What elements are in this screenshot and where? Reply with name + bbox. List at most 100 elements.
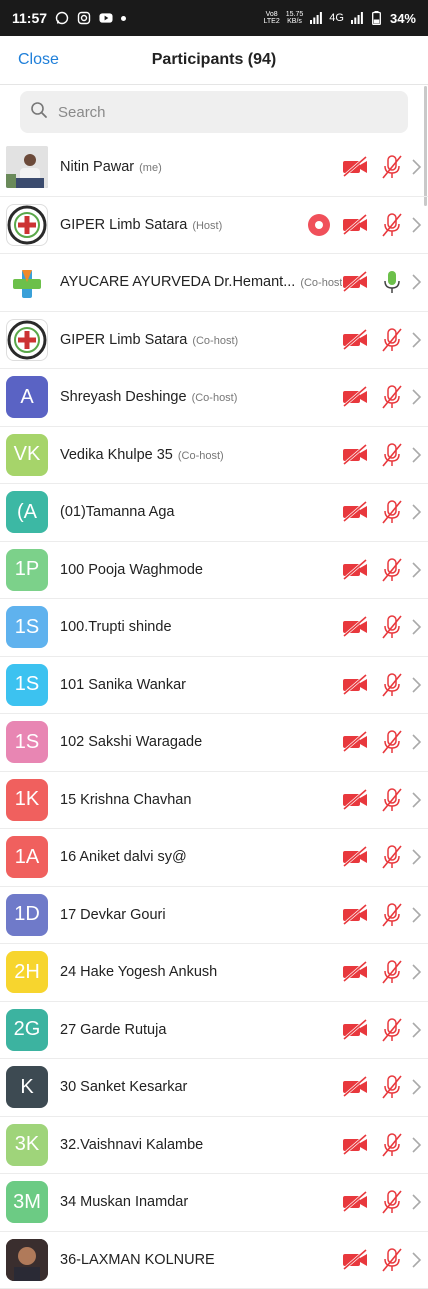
- participant-info: 15 Krishna Chavhan: [60, 792, 342, 808]
- network-type: 4G: [329, 12, 344, 24]
- chevron-right-icon[interactable]: [410, 388, 422, 406]
- video-off-icon: [342, 789, 370, 811]
- volte-top: Vo8: [264, 11, 280, 18]
- participant-name: AYUCARE AYURVEDA Dr.Hemant...: [60, 274, 295, 290]
- chevron-right-icon[interactable]: [410, 503, 422, 521]
- participant-row[interactable]: 1S102 Sakshi Waragade: [0, 714, 428, 772]
- participant-status-icons: [342, 154, 422, 180]
- chevron-right-icon[interactable]: [410, 158, 422, 176]
- chevron-right-icon[interactable]: [410, 618, 422, 636]
- participant-row[interactable]: K30 Sanket Kesarkar: [0, 1059, 428, 1117]
- header-bar: Close Participants (94): [0, 36, 428, 85]
- chevron-right-icon[interactable]: [410, 1136, 422, 1154]
- participant-status-icons: [342, 1132, 422, 1158]
- chevron-right-icon[interactable]: [410, 331, 422, 349]
- participant-info: 36-LAXMAN KOLNURE: [60, 1252, 342, 1268]
- participant-name: 15 Krishna Chavhan: [60, 792, 191, 808]
- participant-info: Vedika Khulpe 35(Co-host): [60, 447, 342, 463]
- participant-name: 27 Garde Rutuja: [60, 1022, 166, 1038]
- participant-info: 27 Garde Rutuja: [60, 1022, 342, 1038]
- avatar: 1P: [6, 549, 48, 591]
- chevron-right-icon[interactable]: [410, 561, 422, 579]
- participant-row[interactable]: 1S101 Sanika Wankar: [0, 657, 428, 715]
- volte-indicator: Vo8 LTE2: [264, 11, 280, 25]
- participant-status-icons: [308, 212, 422, 238]
- video-off-icon: [342, 674, 370, 696]
- avatar: 1D: [6, 894, 48, 936]
- status-left: 11:57: [12, 10, 126, 26]
- participant-row[interactable]: 36-LAXMAN KOLNURE: [0, 1232, 428, 1289]
- chevron-right-icon[interactable]: [410, 1251, 422, 1269]
- chevron-right-icon[interactable]: [410, 848, 422, 866]
- participant-row[interactable]: AYUCARE AYURVEDA Dr.Hemant...(Co-host): [0, 254, 428, 312]
- chevron-right-icon[interactable]: [410, 1193, 422, 1211]
- speed-indicator: 15.75 KB/s: [286, 11, 304, 25]
- chevron-right-icon[interactable]: [410, 963, 422, 981]
- status-right: Vo8 LTE2 15.75 KB/s 4G 34%: [264, 11, 416, 26]
- participant-name: 16 Aniket dalvi sy@: [60, 849, 187, 865]
- participant-info: 17 Devkar Gouri: [60, 907, 342, 923]
- mic-muted-icon: [380, 557, 404, 583]
- battery-percent: 34%: [390, 11, 416, 26]
- participant-row[interactable]: A Shreyash Deshinge(Co-host): [0, 369, 428, 427]
- participant-name: 100 Pooja Waghmode: [60, 562, 203, 578]
- participant-row[interactable]: 1A16 Aniket dalvi sy@: [0, 829, 428, 887]
- chevron-right-icon[interactable]: [410, 1021, 422, 1039]
- participant-row[interactable]: Nitin Pawar(me): [0, 139, 428, 197]
- video-off-icon: [342, 961, 370, 983]
- participant-row[interactable]: VK Vedika Khulpe 35(Co-host): [0, 427, 428, 485]
- chevron-right-icon[interactable]: [410, 676, 422, 694]
- speed-unit: KB/s: [286, 18, 304, 25]
- mic-muted-icon: [380, 1074, 404, 1100]
- participant-role: (Co-host): [192, 335, 238, 347]
- avatar: A: [6, 376, 48, 418]
- video-off-icon: [342, 904, 370, 926]
- participant-row[interactable]: 1D 17 Devkar Gouri: [0, 887, 428, 945]
- chevron-right-icon[interactable]: [410, 906, 422, 924]
- participant-name: 32.Vaishnavi Kalambe: [60, 1137, 203, 1153]
- chevron-right-icon[interactable]: [410, 216, 422, 234]
- instagram-icon: [77, 11, 91, 25]
- avatar: VK: [6, 434, 48, 476]
- participant-status-icons: [342, 384, 422, 410]
- participant-row[interactable]: GIPER Limb Satara(Co-host): [0, 312, 428, 370]
- participant-name: 34 Muskan Inamdar: [60, 1194, 188, 1210]
- avatar: K: [6, 1066, 48, 1108]
- close-button[interactable]: Close: [0, 51, 59, 69]
- participant-row[interactable]: (A(01)Tamanna Aga: [0, 484, 428, 542]
- status-bar: 11:57 Vo8 LTE2 15.75 KB/s 4G 34%: [0, 0, 428, 36]
- avatar: 1K: [6, 779, 48, 821]
- avatar: 1S: [6, 664, 48, 706]
- video-off-icon: [342, 501, 370, 523]
- mic-muted-icon: [380, 844, 404, 870]
- participant-info: GIPER Limb Satara(Host): [60, 217, 308, 233]
- participant-info: 100.Trupti shinde: [60, 619, 342, 635]
- participant-row[interactable]: 1S 100.Trupti shinde: [0, 599, 428, 657]
- participant-row[interactable]: 1K 15 Krishna Chavhan: [0, 772, 428, 830]
- participant-info: AYUCARE AYURVEDA Dr.Hemant...(Co-host): [60, 274, 342, 290]
- mic-muted-icon: [380, 1132, 404, 1158]
- chevron-right-icon[interactable]: [410, 733, 422, 751]
- chevron-right-icon[interactable]: [410, 446, 422, 464]
- participant-info: GIPER Limb Satara(Co-host): [60, 332, 342, 348]
- participant-info: Shreyash Deshinge(Co-host): [60, 389, 342, 405]
- avatar: 1S: [6, 721, 48, 763]
- video-off-icon: [342, 616, 370, 638]
- participant-row[interactable]: 2H24 Hake Yogesh Ankush: [0, 944, 428, 1002]
- participant-row[interactable]: GIPER Limb Satara(Host): [0, 197, 428, 255]
- search-input[interactable]: [56, 103, 360, 122]
- chevron-right-icon[interactable]: [410, 791, 422, 809]
- participant-row[interactable]: 2G27 Garde Rutuja: [0, 1002, 428, 1060]
- chevron-right-icon[interactable]: [410, 273, 422, 291]
- video-off-icon: [342, 1019, 370, 1041]
- participant-row[interactable]: 3M34 Muskan Inamdar: [0, 1174, 428, 1232]
- participant-row[interactable]: 3K32.Vaishnavi Kalambe: [0, 1117, 428, 1175]
- search-bar[interactable]: [20, 91, 408, 133]
- page-title: Participants (94): [0, 51, 428, 69]
- mic-muted-icon: [380, 154, 404, 180]
- chevron-right-icon[interactable]: [410, 1078, 422, 1096]
- mic-muted-icon: [380, 212, 404, 238]
- mic-muted-icon: [380, 902, 404, 928]
- avatar: 1S: [6, 606, 48, 648]
- participant-row[interactable]: 1P 100 Pooja Waghmode: [0, 542, 428, 600]
